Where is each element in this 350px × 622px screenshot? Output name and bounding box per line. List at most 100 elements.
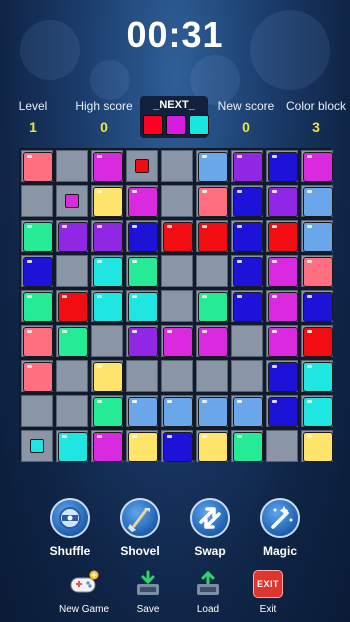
color-block[interactable]: [268, 327, 298, 357]
board-cell[interactable]: [126, 360, 158, 392]
board-cell[interactable]: [231, 185, 263, 217]
color-block[interactable]: [198, 327, 228, 357]
board-cell[interactable]: [21, 430, 53, 462]
board-cell[interactable]: [91, 430, 123, 462]
color-block[interactable]: [93, 152, 123, 182]
board-cell[interactable]: [266, 150, 298, 182]
board-cell[interactable]: [91, 220, 123, 252]
color-block[interactable]: [198, 397, 228, 427]
color-block[interactable]: [128, 397, 158, 427]
board-cell[interactable]: [91, 255, 123, 287]
board-cell[interactable]: [196, 360, 228, 392]
color-block[interactable]: [128, 187, 158, 217]
board-cell[interactable]: [91, 290, 123, 322]
board-cell[interactable]: [196, 150, 228, 182]
board-cell[interactable]: [91, 150, 123, 182]
board-cell[interactable]: [126, 220, 158, 252]
color-block[interactable]: [303, 397, 333, 427]
board-cell[interactable]: [21, 185, 53, 217]
color-block[interactable]: [23, 222, 53, 252]
board-cell[interactable]: [126, 290, 158, 322]
board-cell[interactable]: [161, 255, 193, 287]
color-block[interactable]: [268, 292, 298, 322]
color-block[interactable]: [303, 257, 333, 287]
board-cell[interactable]: [301, 360, 333, 392]
color-block[interactable]: [93, 257, 123, 287]
color-block[interactable]: [303, 292, 333, 322]
color-block[interactable]: [163, 222, 193, 252]
board-cell[interactable]: [301, 325, 333, 357]
board-cell[interactable]: [56, 325, 88, 357]
board-cell[interactable]: [301, 290, 333, 322]
board-cell[interactable]: [161, 220, 193, 252]
board-cell[interactable]: [301, 430, 333, 462]
color-block[interactable]: [128, 327, 158, 357]
color-block[interactable]: [163, 397, 193, 427]
board-cell[interactable]: [196, 220, 228, 252]
color-block[interactable]: [303, 327, 333, 357]
color-block[interactable]: [303, 152, 333, 182]
color-block[interactable]: [163, 432, 193, 462]
color-block[interactable]: [268, 222, 298, 252]
board-cell[interactable]: [126, 150, 158, 182]
color-block[interactable]: [233, 397, 263, 427]
board-cell[interactable]: [231, 150, 263, 182]
board-cell[interactable]: [91, 395, 123, 427]
board-cell[interactable]: [126, 395, 158, 427]
color-block[interactable]: [128, 257, 158, 287]
board-cell[interactable]: [196, 325, 228, 357]
board-cell[interactable]: [266, 360, 298, 392]
board-cell[interactable]: [21, 220, 53, 252]
board-cell[interactable]: [196, 290, 228, 322]
board-cell[interactable]: [196, 185, 228, 217]
board-cell[interactable]: [161, 360, 193, 392]
color-block[interactable]: [23, 292, 53, 322]
board-cell[interactable]: [161, 290, 193, 322]
magic-button[interactable]: Magic: [250, 498, 310, 558]
color-block[interactable]: [303, 362, 333, 392]
board-cell[interactable]: [56, 430, 88, 462]
board-cell[interactable]: [266, 290, 298, 322]
color-block[interactable]: [233, 222, 263, 252]
color-block[interactable]: [233, 257, 263, 287]
board-cell[interactable]: [21, 255, 53, 287]
save-button[interactable]: Save: [118, 570, 178, 615]
color-block[interactable]: [198, 152, 228, 182]
color-block[interactable]: [93, 292, 123, 322]
color-block[interactable]: [303, 187, 333, 217]
board-cell[interactable]: [161, 185, 193, 217]
shuffle-button[interactable]: Shuffle: [40, 498, 100, 558]
color-block[interactable]: [268, 257, 298, 287]
board-cell[interactable]: [91, 360, 123, 392]
board-cell[interactable]: [301, 185, 333, 217]
board-cell[interactable]: [91, 185, 123, 217]
board-cell[interactable]: [231, 290, 263, 322]
color-block[interactable]: [58, 292, 88, 322]
color-block[interactable]: [268, 187, 298, 217]
shovel-button[interactable]: Shovel: [110, 498, 170, 558]
board-cell[interactable]: [301, 395, 333, 427]
color-block[interactable]: [233, 152, 263, 182]
color-block[interactable]: [198, 292, 228, 322]
load-button[interactable]: Load: [178, 570, 238, 615]
board-cell[interactable]: [56, 395, 88, 427]
exit-button[interactable]: EXIT Exit: [238, 570, 298, 615]
board-cell[interactable]: [91, 325, 123, 357]
color-block[interactable]: [268, 397, 298, 427]
color-block[interactable]: [268, 152, 298, 182]
board-cell[interactable]: [196, 395, 228, 427]
color-block[interactable]: [233, 187, 263, 217]
color-block[interactable]: [23, 362, 53, 392]
color-block[interactable]: [268, 362, 298, 392]
color-block[interactable]: [128, 292, 158, 322]
board-cell[interactable]: [21, 150, 53, 182]
color-block[interactable]: [303, 222, 333, 252]
color-block[interactable]: [128, 432, 158, 462]
color-block[interactable]: [233, 432, 263, 462]
color-block[interactable]: [93, 187, 123, 217]
board-cell[interactable]: [21, 395, 53, 427]
board-cell[interactable]: [56, 290, 88, 322]
board-cell[interactable]: [266, 325, 298, 357]
color-block[interactable]: [58, 432, 88, 462]
board-cell[interactable]: [266, 255, 298, 287]
